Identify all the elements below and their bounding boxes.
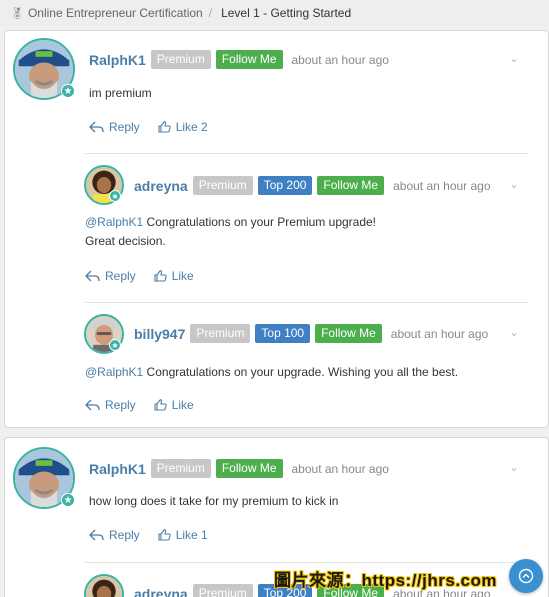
comment-body-line1: Congratulations on your Premium upgrade!: [143, 215, 377, 229]
comment-body-line2: Great decision.: [85, 234, 166, 248]
breadcrumb-separator: /: [208, 6, 213, 20]
reply-icon: [89, 121, 104, 133]
reply-comment: ★ adreyna Premium Top 200 Follow Me abou…: [5, 153, 548, 301]
username[interactable]: RalphK1: [89, 52, 146, 68]
reply-comment: ★ billy947 Premium Top 100 Follow Me abo…: [5, 302, 548, 427]
watermark: 圖片來源：https://jhrs.com: [274, 571, 498, 590]
timestamp: about an hour ago: [390, 326, 489, 341]
timestamp: about an hour ago: [291, 461, 389, 476]
reply-icon: [85, 270, 100, 282]
top-rank-badge: Top 200: [257, 176, 313, 195]
username[interactable]: adreyna: [134, 586, 188, 597]
avatar[interactable]: [84, 574, 124, 597]
comment-thread-card: ★ RalphK1 Premium Follow Me about an hou…: [4, 30, 549, 428]
premium-badge: Premium: [192, 176, 253, 195]
chevron-up-icon: [518, 568, 534, 584]
follow-button[interactable]: Follow Me: [215, 50, 283, 69]
star-badge-icon: ★: [109, 339, 121, 351]
follow-button[interactable]: Follow Me: [315, 324, 382, 343]
comment-body-line1: Congratulations on your upgrade. Wishing…: [143, 365, 459, 379]
reply-label: Reply: [109, 120, 140, 134]
comment-body: how long does it take for my premium to …: [89, 494, 339, 508]
top-rank-badge: Top 100: [255, 324, 311, 343]
reply-button[interactable]: Reply: [85, 398, 136, 412]
thumbs-up-icon: [154, 399, 167, 411]
premium-badge: Premium: [150, 50, 211, 69]
breadcrumb-current: Level 1 - Getting Started: [221, 6, 352, 20]
breadcrumb: 🏅︎ Online Entrepreneur Certification / L…: [0, 0, 549, 26]
like-button[interactable]: Like 1: [158, 528, 208, 542]
comment-body: @RalphK1 Congratulations on your Premium…: [85, 213, 376, 251]
comment-header: RalphK1 Premium Follow Me about an hour …: [89, 459, 389, 478]
like-label: Like 1: [175, 528, 208, 542]
premium-badge: Premium: [150, 459, 211, 478]
breadcrumb-link-course[interactable]: Online Entrepreneur Certification: [28, 6, 203, 20]
comment-actions: Reply Like 1: [89, 528, 226, 542]
mention-link[interactable]: @RalphK1: [85, 365, 143, 379]
follow-button[interactable]: Follow Me: [215, 459, 283, 478]
timestamp: about an hour ago: [291, 52, 389, 67]
star-badge-icon: ★: [109, 190, 121, 202]
follow-button[interactable]: Follow Me: [317, 176, 385, 195]
reply-icon: [89, 529, 104, 541]
reply-button[interactable]: Reply: [89, 120, 140, 134]
thumbs-up-icon: [158, 121, 171, 133]
thumbs-up-icon: [154, 270, 167, 282]
award-icon: 🏅︎: [10, 7, 24, 20]
premium-badge: Premium: [192, 584, 253, 597]
comment-body: im premium: [89, 86, 152, 100]
like-button[interactable]: Like 2: [158, 120, 208, 134]
chevron-down-icon[interactable]: ⌄: [509, 177, 519, 191]
chevron-down-icon[interactable]: ⌄: [509, 325, 519, 339]
comment: ★ RalphK1 Premium Follow Me about an hou…: [5, 438, 548, 558]
chevron-down-icon[interactable]: ⌄: [509, 51, 519, 65]
username[interactable]: adreyna: [134, 178, 188, 194]
mention-link[interactable]: @RalphK1: [85, 215, 143, 229]
reply-button[interactable]: Reply: [89, 528, 140, 542]
thumbs-up-icon: [158, 529, 171, 541]
username[interactable]: billy947: [134, 326, 185, 342]
comment-body: @RalphK1 Congratulations on your upgrade…: [85, 363, 458, 382]
comment-header: adreyna Premium Top 200 Follow Me about …: [134, 176, 491, 195]
scroll-top-button[interactable]: [509, 559, 543, 593]
comment: ★ RalphK1 Premium Follow Me about an hou…: [5, 31, 548, 151]
comment-header: RalphK1 Premium Follow Me about an hour …: [89, 50, 389, 69]
chevron-down-icon[interactable]: ⌄: [509, 460, 519, 474]
comment-header: billy947 Premium Top 100 Follow Me about…: [134, 324, 488, 343]
like-label: Like: [171, 398, 194, 412]
like-label: Like: [171, 269, 194, 283]
reply-button[interactable]: Reply: [85, 269, 136, 283]
reply-icon: [85, 399, 100, 411]
reply-label: Reply: [105, 398, 136, 412]
timestamp: about an hour ago: [393, 178, 491, 193]
reply-label: Reply: [105, 269, 136, 283]
premium-badge: Premium: [190, 324, 251, 343]
like-label: Like 2: [175, 120, 208, 134]
star-badge-icon: ★: [61, 84, 75, 98]
comment-actions: Reply Like: [85, 269, 212, 283]
reply-label: Reply: [109, 528, 140, 542]
like-button[interactable]: Like: [154, 269, 194, 283]
like-button[interactable]: Like: [154, 398, 194, 412]
username[interactable]: RalphK1: [89, 461, 146, 477]
comment-actions: Reply Like 2: [89, 120, 226, 134]
star-badge-icon: ★: [61, 493, 75, 507]
comment-actions: Reply Like: [85, 398, 212, 412]
